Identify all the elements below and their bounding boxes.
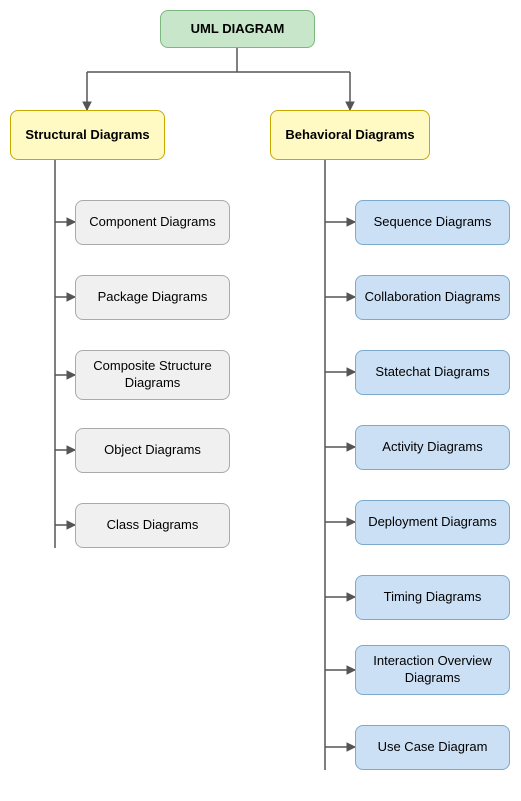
behavioral-category: Behavioral Diagrams [270, 110, 430, 160]
sequence-diagrams-node: Sequence Diagrams [355, 200, 510, 245]
root-node: UML DIAGRAM [160, 10, 315, 48]
deployment-diagrams-node: Deployment Diagrams [355, 500, 510, 545]
diagram-container: UML DIAGRAM Structural Diagrams Behavior… [0, 0, 521, 801]
timing-diagrams-node: Timing Diagrams [355, 575, 510, 620]
class-diagrams-node: Class Diagrams [75, 503, 230, 548]
structural-category: Structural Diagrams [10, 110, 165, 160]
composite-structure-diagrams-node: Composite StructureDiagrams [75, 350, 230, 400]
package-diagrams-node: Package Diagrams [75, 275, 230, 320]
statechat-diagrams-node: Statechat Diagrams [355, 350, 510, 395]
component-diagrams-node: Component Diagrams [75, 200, 230, 245]
use-case-diagram-node: Use Case Diagram [355, 725, 510, 770]
interaction-overview-diagrams-node: Interaction OverviewDiagrams [355, 645, 510, 695]
object-diagrams-node: Object Diagrams [75, 428, 230, 473]
activity-diagrams-node: Activity Diagrams [355, 425, 510, 470]
collaboration-diagrams-node: Collaboration Diagrams [355, 275, 510, 320]
